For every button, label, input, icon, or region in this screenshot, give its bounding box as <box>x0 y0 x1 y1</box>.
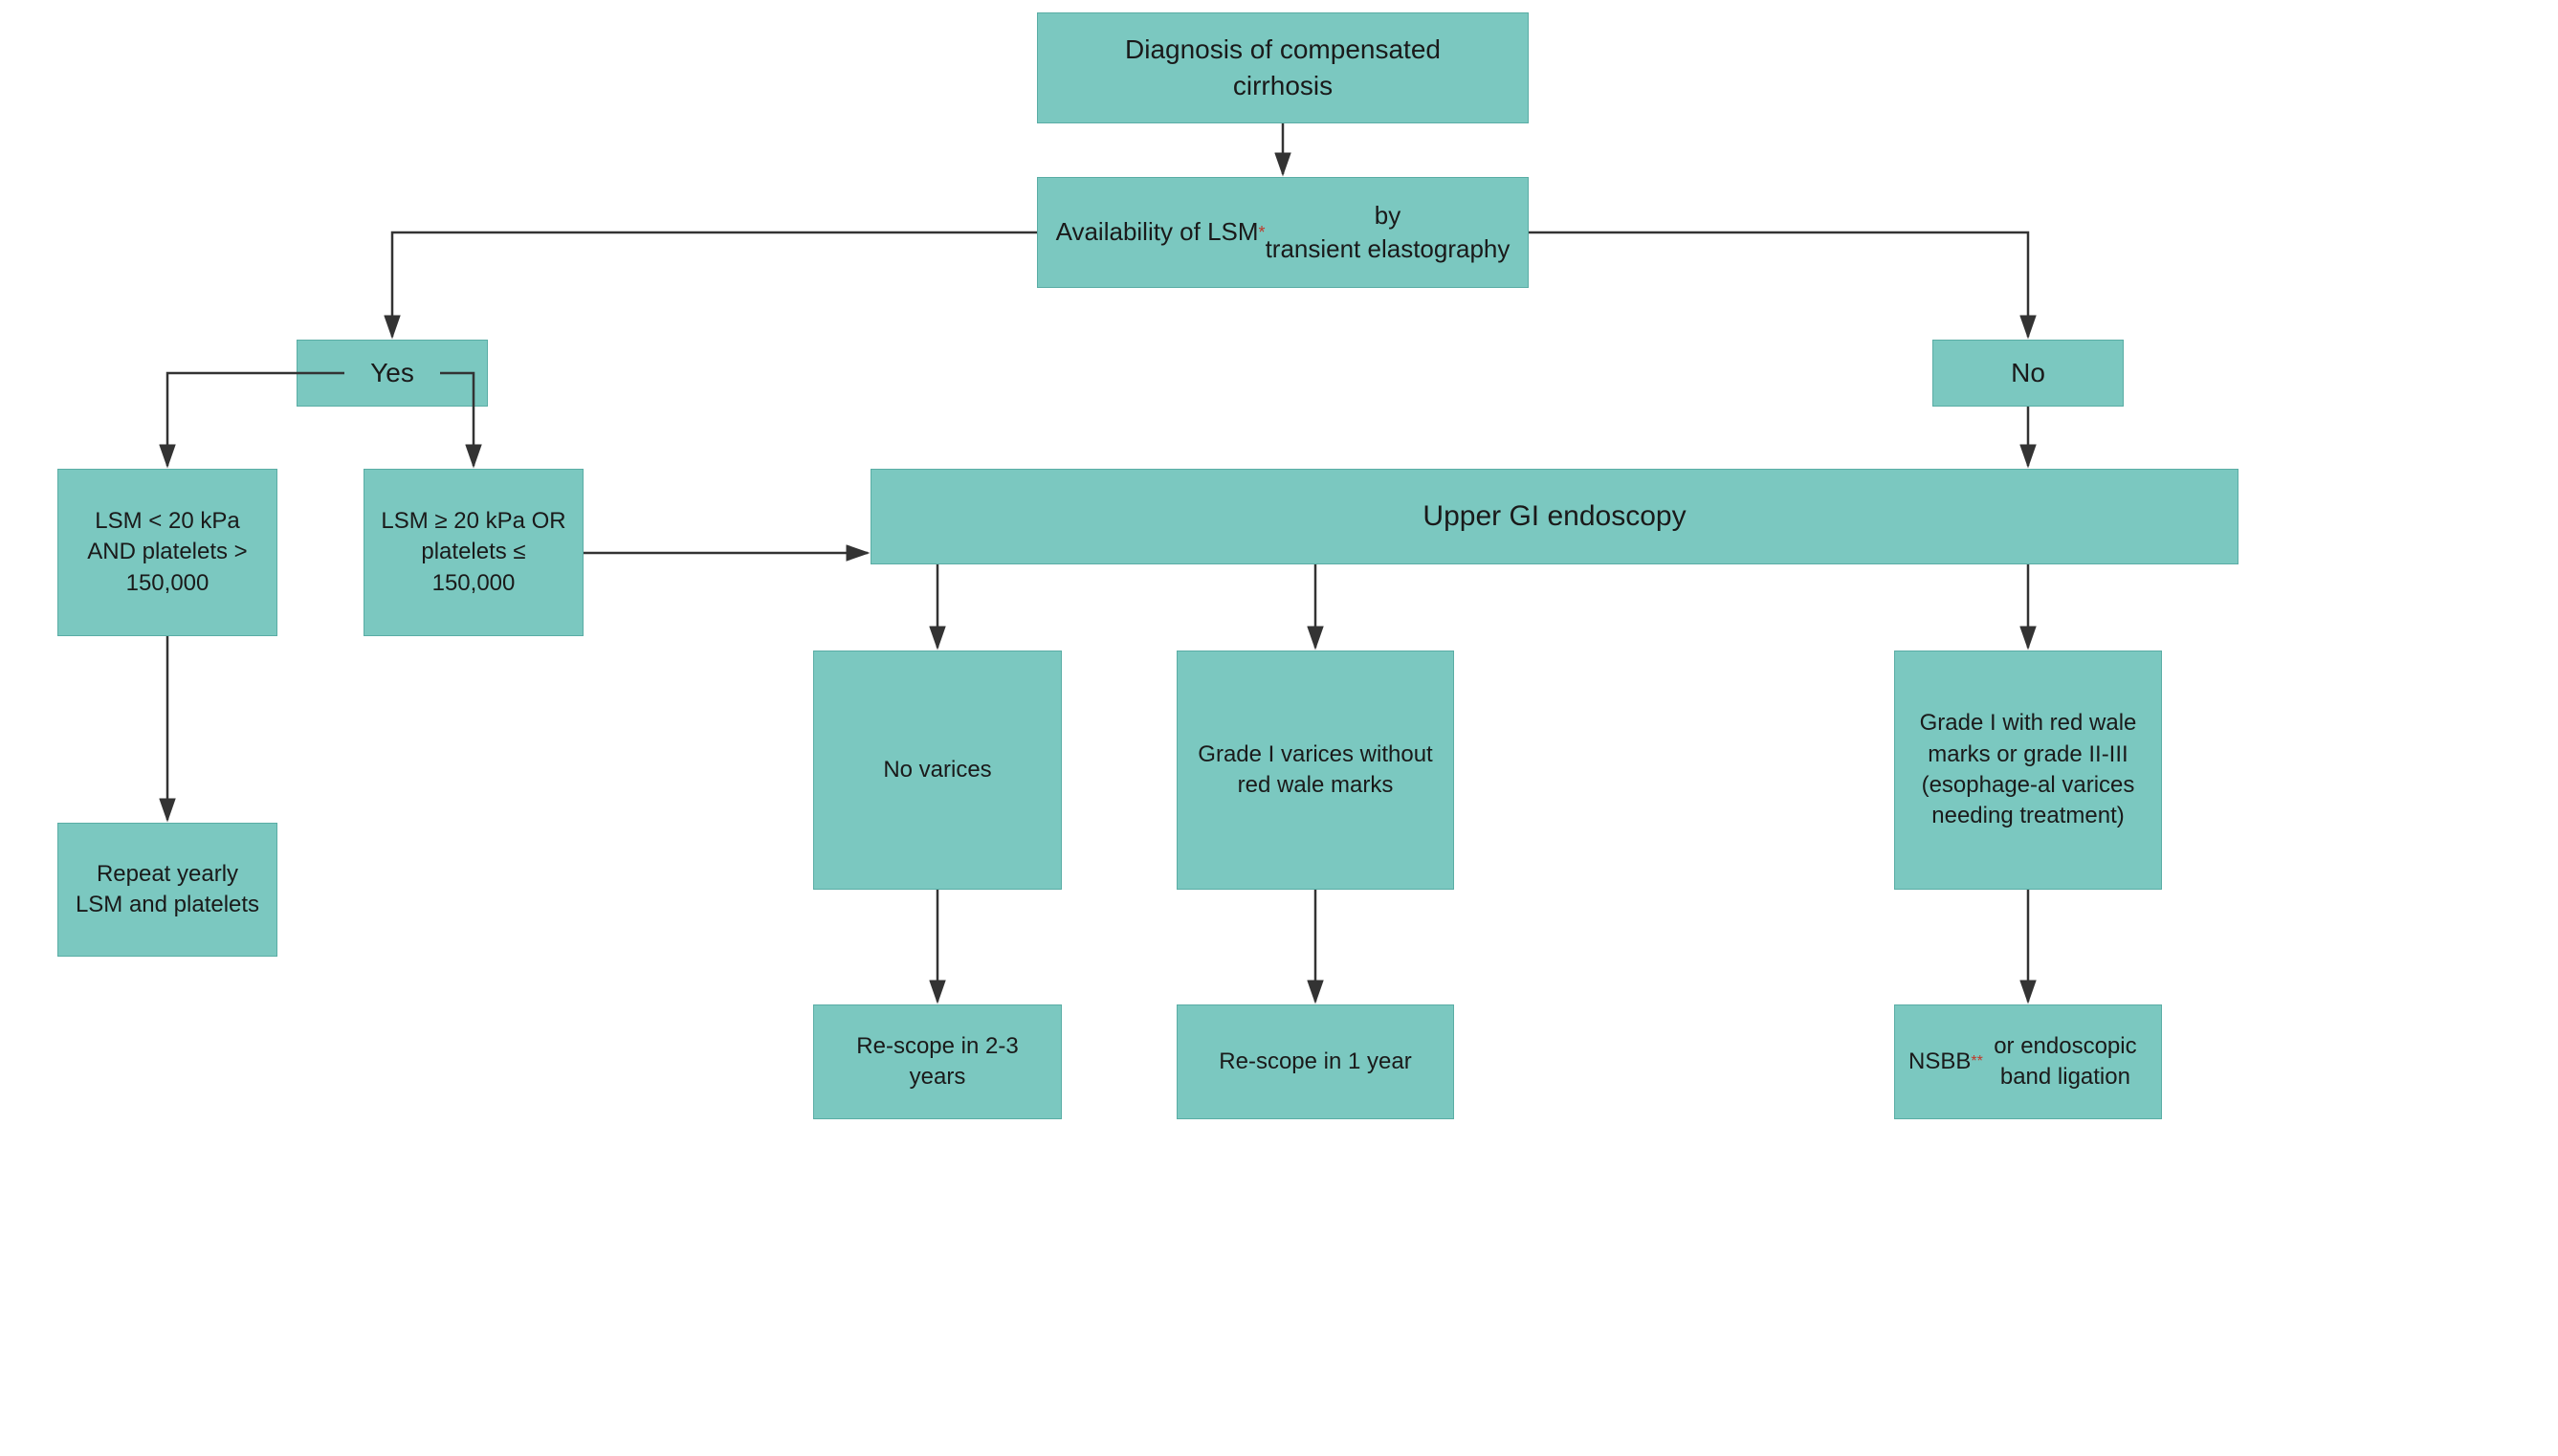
yes-box: Yes <box>297 340 488 407</box>
flowchart-diagram: Diagnosis of compensatedcirrhosis Availa… <box>0 0 2558 1456</box>
no-box: No <box>1932 340 2124 407</box>
upper-gi-box: Upper GI endoscopy <box>871 469 2238 564</box>
lsm-low-box: LSM < 20 kPa AND platelets > 150,000 <box>57 469 277 636</box>
lsm-high-box: LSM ≥ 20 kPa OR platelets ≤ 150,000 <box>364 469 584 636</box>
grade1-red-box: Grade I with red wale marks or grade II-… <box>1894 651 2162 890</box>
grade1-no-red-box: Grade I varices without red wale marks <box>1177 651 1454 890</box>
repeat-box: Repeat yearly LSM and platelets <box>57 823 277 957</box>
lsm-availability-box: Availability of LSM* bytransient elastog… <box>1037 177 1529 288</box>
diagnosis-box: Diagnosis of compensatedcirrhosis <box>1037 12 1529 123</box>
nsbb-box: NSBB** or endoscopic band ligation <box>1894 1004 2162 1119</box>
no-varices-box: No varices <box>813 651 1062 890</box>
rescope-23-box: Re-scope in 2-3 years <box>813 1004 1062 1119</box>
rescope-1-box: Re-scope in 1 year <box>1177 1004 1454 1119</box>
